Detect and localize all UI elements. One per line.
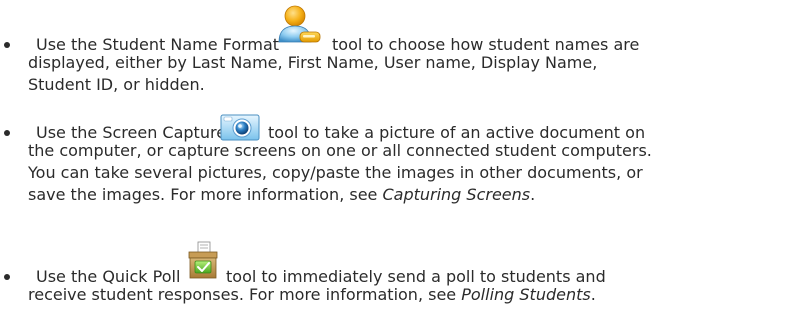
bullet-item-student-name-format: Use the Student Name Format tool to choo… bbox=[0, 0, 800, 100]
bullet-item-quick-poll: Use the Quick Poll tool to immediately s… bbox=[0, 240, 800, 330]
line-2-end: . bbox=[590, 285, 596, 304]
line-3: You can take several pictures, copy/past… bbox=[28, 163, 643, 182]
line-4: save the images. For more information, s… bbox=[28, 184, 535, 206]
capturing-screens-link[interactable]: Capturing Screens bbox=[382, 185, 530, 204]
line-2: the computer, or capture screens on one … bbox=[28, 141, 652, 160]
quick-poll-icon bbox=[186, 240, 220, 280]
polling-students-link[interactable]: Polling Students bbox=[461, 285, 590, 304]
line-2: receive student responses. For more info… bbox=[28, 284, 596, 306]
help-document: Use the Student Name Format tool to choo… bbox=[0, 0, 800, 332]
camera-icon bbox=[220, 112, 260, 142]
bullet-dot bbox=[4, 130, 10, 136]
bullet-dot bbox=[4, 42, 10, 48]
line-2: displayed, either by Last Name, First Na… bbox=[28, 53, 598, 72]
bullet-dot bbox=[4, 274, 10, 280]
student-name-format-icon bbox=[276, 4, 322, 48]
bullet-item-screen-capture: Use the Screen Capture tool to take a pi… bbox=[0, 108, 800, 228]
line-3: Student ID, or hidden. bbox=[28, 75, 205, 94]
line-4-text: save the images. For more information, s… bbox=[28, 185, 383, 204]
line-2-text: receive student responses. For more info… bbox=[28, 285, 462, 304]
line-4-end: . bbox=[530, 185, 536, 204]
